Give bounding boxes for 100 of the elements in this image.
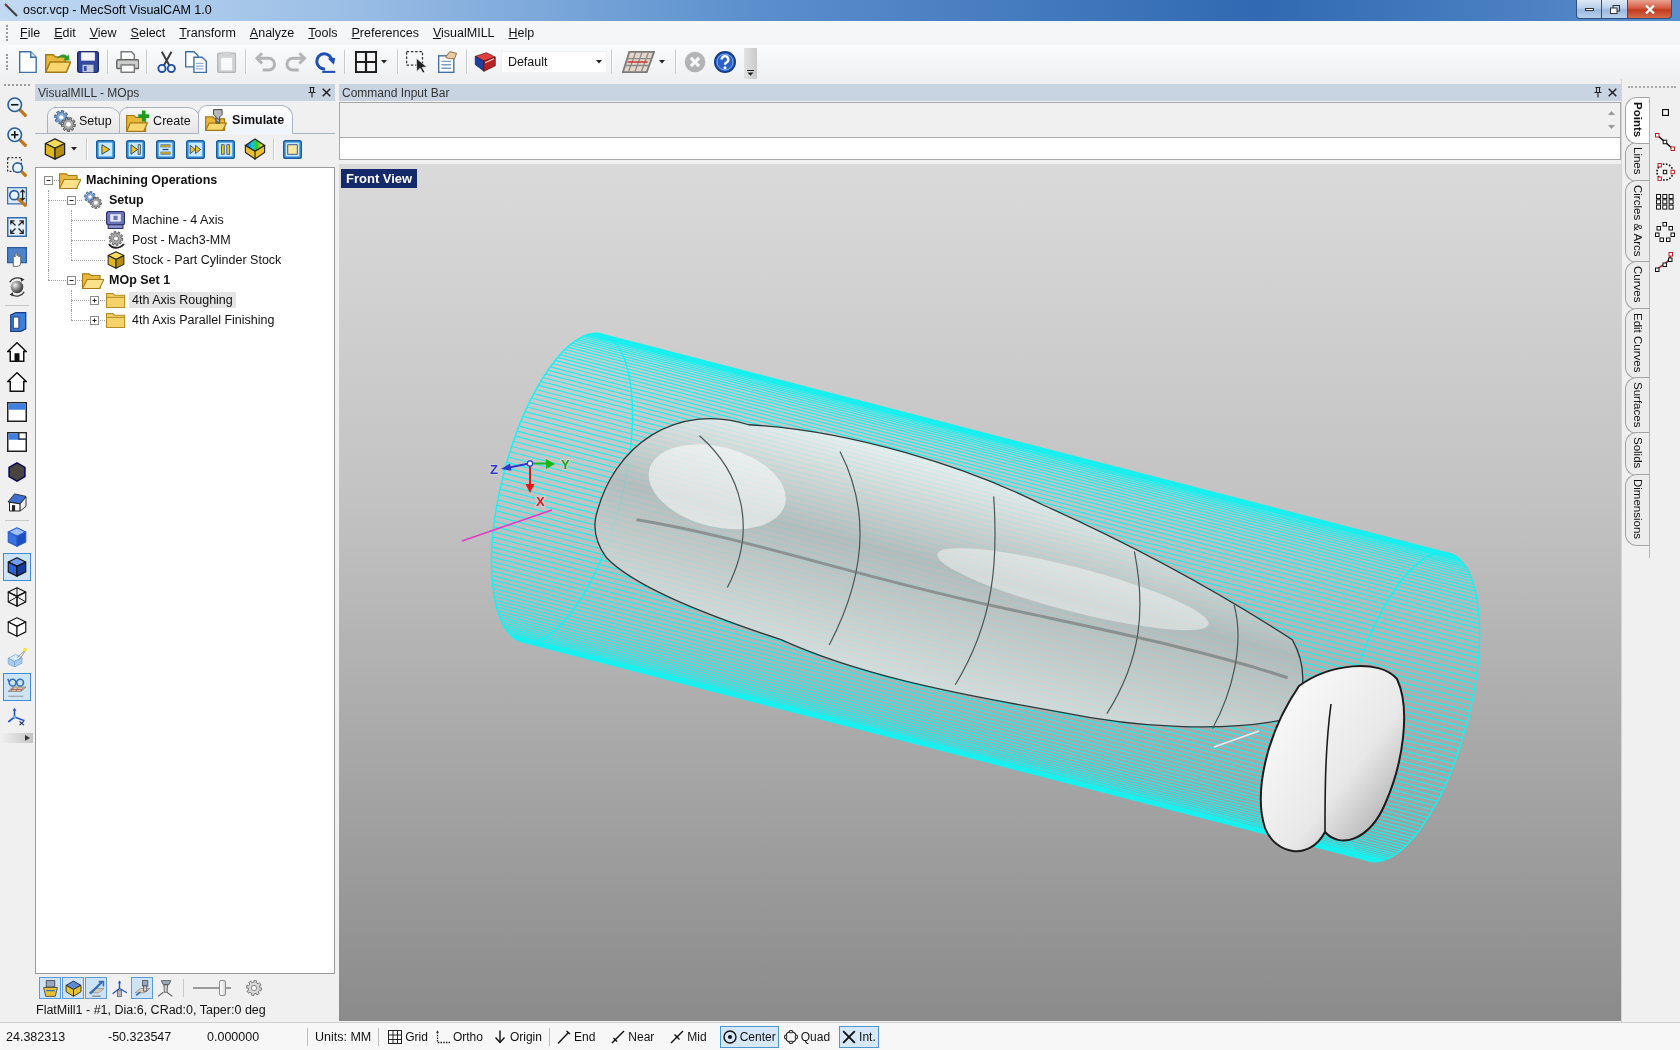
tab[interactable]: Edit Curves — [1625, 307, 1649, 380]
snap-button[interactable]: Ortho — [432, 1025, 486, 1048]
restore-icon — [1609, 4, 1620, 14]
tab[interactable]: Simulate — [197, 105, 294, 134]
grip-handle[interactable] — [6, 54, 9, 70]
toolpath-display-button[interactable] — [3, 673, 31, 701]
collapse-icon[interactable] — [67, 275, 76, 285]
tool-info-text: FlatMill1 - #1, Dia:6, CRad:0, Taper:0 deg — [35, 1002, 267, 1019]
panel-title: Command Input Bar — [342, 85, 451, 100]
undo-icon — [253, 51, 278, 73]
snap-button[interactable]: Int. — [839, 1025, 879, 1048]
step-lines-icon — [155, 139, 175, 159]
display-option-button[interactable] — [131, 977, 153, 999]
menu-item[interactable]: VisualMILL — [425, 23, 502, 43]
snap-button[interactable]: Mid — [667, 1025, 710, 1048]
collapse-icon[interactable] — [44, 175, 53, 185]
tree-item[interactable]: Setup — [106, 192, 147, 208]
expand-icon[interactable] — [90, 295, 99, 305]
tree-item[interactable]: MOp Set 1 — [106, 272, 174, 288]
step-forward-icon — [125, 139, 145, 159]
cube-icon — [7, 527, 27, 547]
chevron-icon — [746, 70, 754, 76]
axis-tool-icon — [110, 979, 128, 997]
grip-handle[interactable] — [1628, 86, 1676, 89]
tree-item[interactable]: 4th Axis Parallel Finishing — [129, 312, 278, 328]
close-button[interactable] — [1628, 0, 1672, 19]
shading-button[interactable] — [3, 553, 31, 581]
view-label: Front View — [341, 169, 418, 188]
layer-dropdown[interactable]: Default — [500, 51, 607, 73]
line-mid-icon — [670, 1029, 685, 1044]
tab[interactable]: Solids — [1625, 432, 1649, 476]
menu-item[interactable]: File — [13, 23, 48, 43]
pin-icon[interactable] — [308, 87, 316, 98]
cube-icon — [44, 138, 66, 160]
menu-item[interactable]: Help — [501, 23, 542, 43]
close-icon — [1644, 4, 1655, 14]
tab[interactable]: Lines — [1625, 142, 1649, 182]
window-title: oscr.vcp - MecSoft VisualCAM 1.0 — [23, 2, 212, 19]
minimize-button[interactable] — [1576, 0, 1602, 19]
toolbar-expander[interactable] — [1, 733, 33, 743]
zoom-out-icon — [7, 97, 27, 117]
pin-icon[interactable] — [1594, 87, 1602, 98]
collapse-icon[interactable] — [67, 195, 76, 205]
print-button[interactable] — [113, 48, 142, 76]
tab[interactable]: Curves — [1625, 261, 1649, 310]
color-block-icon — [244, 138, 266, 160]
stop-icon — [683, 51, 706, 73]
hand-icon — [7, 247, 27, 267]
menu-item[interactable]: Edit — [47, 23, 83, 43]
tab[interactable]: Setup — [47, 107, 121, 134]
tree-item[interactable]: Post - Mach3-MM — [129, 232, 234, 248]
command-input-field[interactable] — [339, 137, 1621, 160]
coordinate-readout: -50.323547 — [107, 1029, 173, 1044]
menu-item[interactable]: Transform — [172, 23, 243, 43]
menu-item[interactable]: Analyze — [242, 23, 302, 43]
light-icon — [7, 647, 27, 667]
close-icon[interactable] — [322, 88, 331, 97]
snap-button[interactable]: Origin — [489, 1025, 545, 1048]
open-folder-icon — [81, 271, 105, 289]
origin-dot-icon — [526, 460, 534, 467]
zoom-frame-icon — [7, 187, 27, 207]
menu-item[interactable]: Preferences — [344, 23, 426, 43]
settings-icon[interactable] — [246, 980, 262, 996]
tab[interactable]: Circles & Arcs — [1625, 179, 1649, 264]
toolpath-icon — [87, 979, 105, 997]
restore-button[interactable] — [1602, 0, 1628, 19]
tab[interactable]: Dimensions — [1625, 473, 1649, 546]
grip-handle[interactable] — [6, 25, 9, 41]
tab[interactable]: Points — [1625, 97, 1649, 145]
display-option-button[interactable] — [39, 977, 61, 999]
folder-plus-icon — [125, 109, 151, 132]
grip-handle[interactable] — [4, 84, 30, 87]
menu-item[interactable]: View — [82, 23, 124, 43]
glasses-icon — [7, 677, 27, 697]
color-button[interactable] — [241, 136, 269, 162]
tree-item[interactable]: Machining Operations — [83, 172, 221, 188]
snap-button[interactable]: Near — [608, 1025, 658, 1048]
tab[interactable]: Surfaces — [1625, 377, 1649, 435]
slider-thumb[interactable] — [219, 980, 227, 996]
expand-icon[interactable] — [90, 315, 99, 325]
block-icon — [64, 979, 82, 997]
toolbar-overflow-button[interactable] — [743, 48, 757, 79]
snap-button[interactable]: Center — [719, 1025, 779, 1048]
menu-item[interactable]: Select — [123, 23, 173, 43]
point-tool-button[interactable] — [1652, 219, 1678, 245]
display-option-button[interactable] — [62, 977, 84, 999]
menu-item[interactable]: Tools — [301, 23, 345, 43]
tree-item[interactable]: Stock - Part Cylinder Stock — [129, 252, 285, 268]
tab[interactable]: Create — [118, 107, 200, 134]
snap-button[interactable]: Grid — [385, 1025, 431, 1048]
house-outline-icon — [7, 372, 27, 392]
end-mill-icon — [133, 979, 151, 997]
close-icon[interactable] — [1608, 88, 1617, 97]
snap-button[interactable]: Quad — [780, 1025, 834, 1048]
snap-button[interactable]: End — [553, 1025, 599, 1048]
open-folder-icon — [45, 51, 72, 73]
display-option-button[interactable] — [85, 977, 107, 999]
gear-icon — [107, 231, 125, 249]
tree-item[interactable]: 4th Axis Roughing — [129, 292, 236, 308]
tree-item[interactable]: Machine - 4 Axis — [129, 212, 227, 228]
